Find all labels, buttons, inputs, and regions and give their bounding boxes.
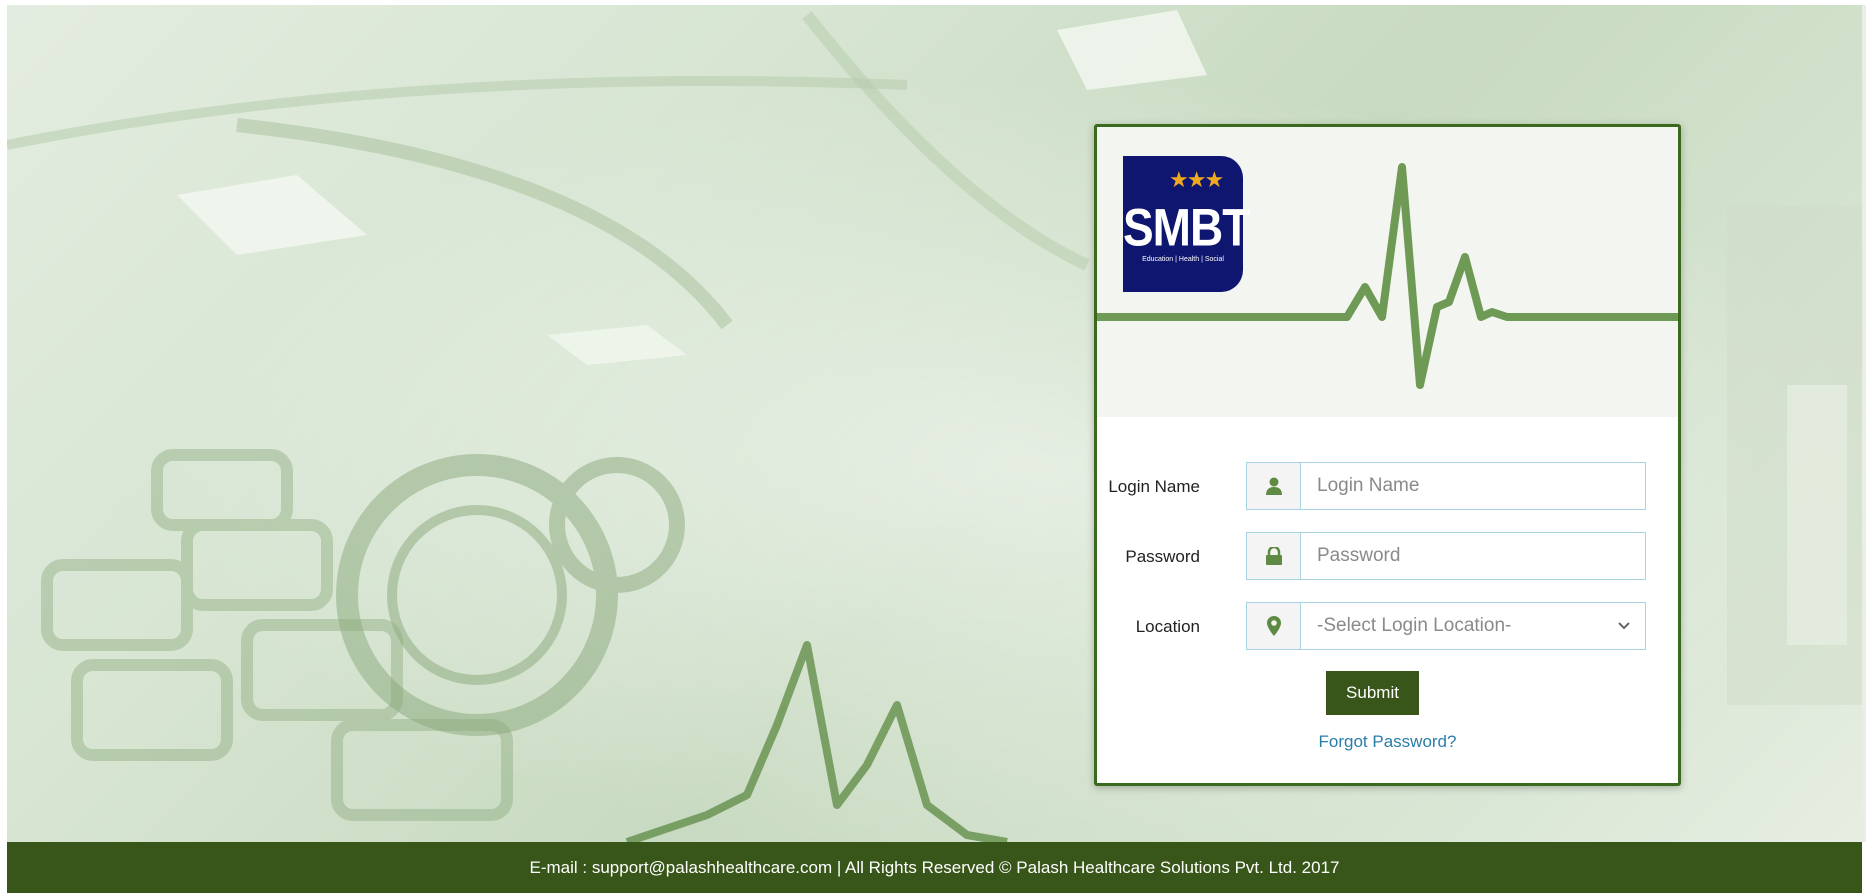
- logo-mark: SMBT: [1123, 197, 1250, 257]
- password-input[interactable]: [1301, 533, 1645, 579]
- location-select[interactable]: -Select Login Location-: [1301, 603, 1645, 649]
- login-name-row: Login Name: [1097, 462, 1678, 512]
- login-name-group: [1246, 462, 1646, 510]
- location-label: Location: [1135, 617, 1200, 636]
- lock-icon: [1247, 533, 1301, 579]
- map-marker-icon: [1247, 603, 1301, 649]
- footer-text: E-mail : support@palashhealthcare.com | …: [529, 858, 1340, 877]
- chevron-down-icon: [1618, 622, 1630, 630]
- logo-stars-icon: ★★★: [1169, 168, 1224, 193]
- user-icon: [1247, 463, 1301, 509]
- location-select-value: -Select Login Location-: [1317, 615, 1512, 636]
- login-card: ★★★ SMBT Education | Health | Social Log…: [1094, 124, 1681, 786]
- location-group: -Select Login Location-: [1246, 602, 1646, 650]
- location-row: Location -Select Login Location-: [1097, 602, 1678, 652]
- page-scrollbar[interactable]: [1862, 5, 1866, 842]
- login-name-label: Login Name: [1108, 477, 1200, 496]
- login-page: ★★★ SMBT Education | Health | Social Log…: [0, 0, 1866, 893]
- footer: E-mail : support@palashhealthcare.com | …: [7, 842, 1862, 893]
- password-label: Password: [1125, 547, 1200, 566]
- password-row: Password: [1097, 532, 1678, 582]
- login-name-input[interactable]: [1301, 463, 1645, 509]
- smbt-logo: ★★★ SMBT Education | Health | Social: [1123, 156, 1250, 292]
- logo-tagline: Education | Health | Social: [1142, 256, 1224, 263]
- card-header: ★★★ SMBT Education | Health | Social: [1097, 127, 1678, 417]
- forgot-password-link[interactable]: Forgot Password?: [1097, 732, 1678, 752]
- submit-button[interactable]: Submit: [1326, 671, 1419, 715]
- password-group: [1246, 532, 1646, 580]
